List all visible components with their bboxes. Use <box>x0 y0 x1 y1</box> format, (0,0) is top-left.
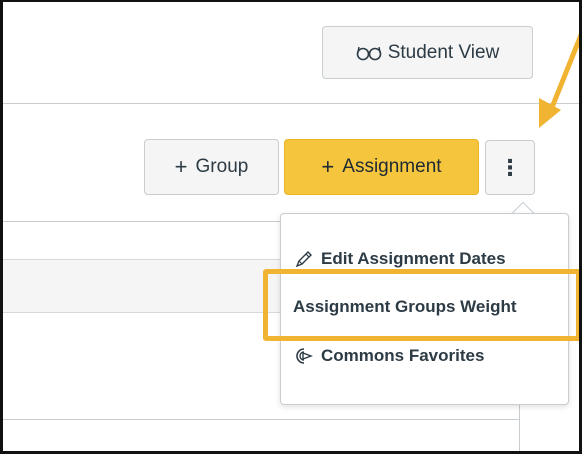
header-divider <box>3 103 579 104</box>
more-options-button[interactable]: ⋮ <box>485 140 535 195</box>
pointer-arrow-icon <box>539 33 579 128</box>
menu-item-edit-assignment-dates[interactable]: Edit Assignment Dates <box>293 248 506 270</box>
commons-share-icon <box>293 345 315 367</box>
menu-item-label: Assignment Groups Weight <box>293 297 517 316</box>
plus-icon: + <box>174 154 188 179</box>
table-edge <box>519 402 520 451</box>
student-view-label: Student View <box>387 41 500 63</box>
row-divider <box>3 419 520 420</box>
add-assignment-label: Assignment <box>342 156 442 177</box>
kebab-icon: ⋮ <box>499 154 521 180</box>
student-view-button[interactable]: Student View <box>322 26 533 79</box>
pencil-icon <box>293 248 315 270</box>
add-group-button[interactable]: + Group <box>144 139 279 195</box>
more-options-menu: Edit Assignment Dates Assignment Groups … <box>280 213 569 405</box>
glasses-icon <box>356 45 382 61</box>
add-group-label: Group <box>195 156 249 177</box>
screenshot-frame: Student View + Group + Assignment ⋮ Edit… <box>0 0 582 454</box>
menu-item-assignment-groups-weight[interactable]: Assignment Groups Weight <box>293 297 517 317</box>
menu-item-commons-favorites[interactable]: Commons Favorites <box>293 345 484 367</box>
plus-icon: + <box>321 154 335 179</box>
add-assignment-button[interactable]: + Assignment <box>284 139 479 195</box>
menu-item-label: Edit Assignment Dates <box>321 249 506 268</box>
assignment-group-row <box>3 259 289 313</box>
menu-item-label: Commons Favorites <box>321 346 485 365</box>
